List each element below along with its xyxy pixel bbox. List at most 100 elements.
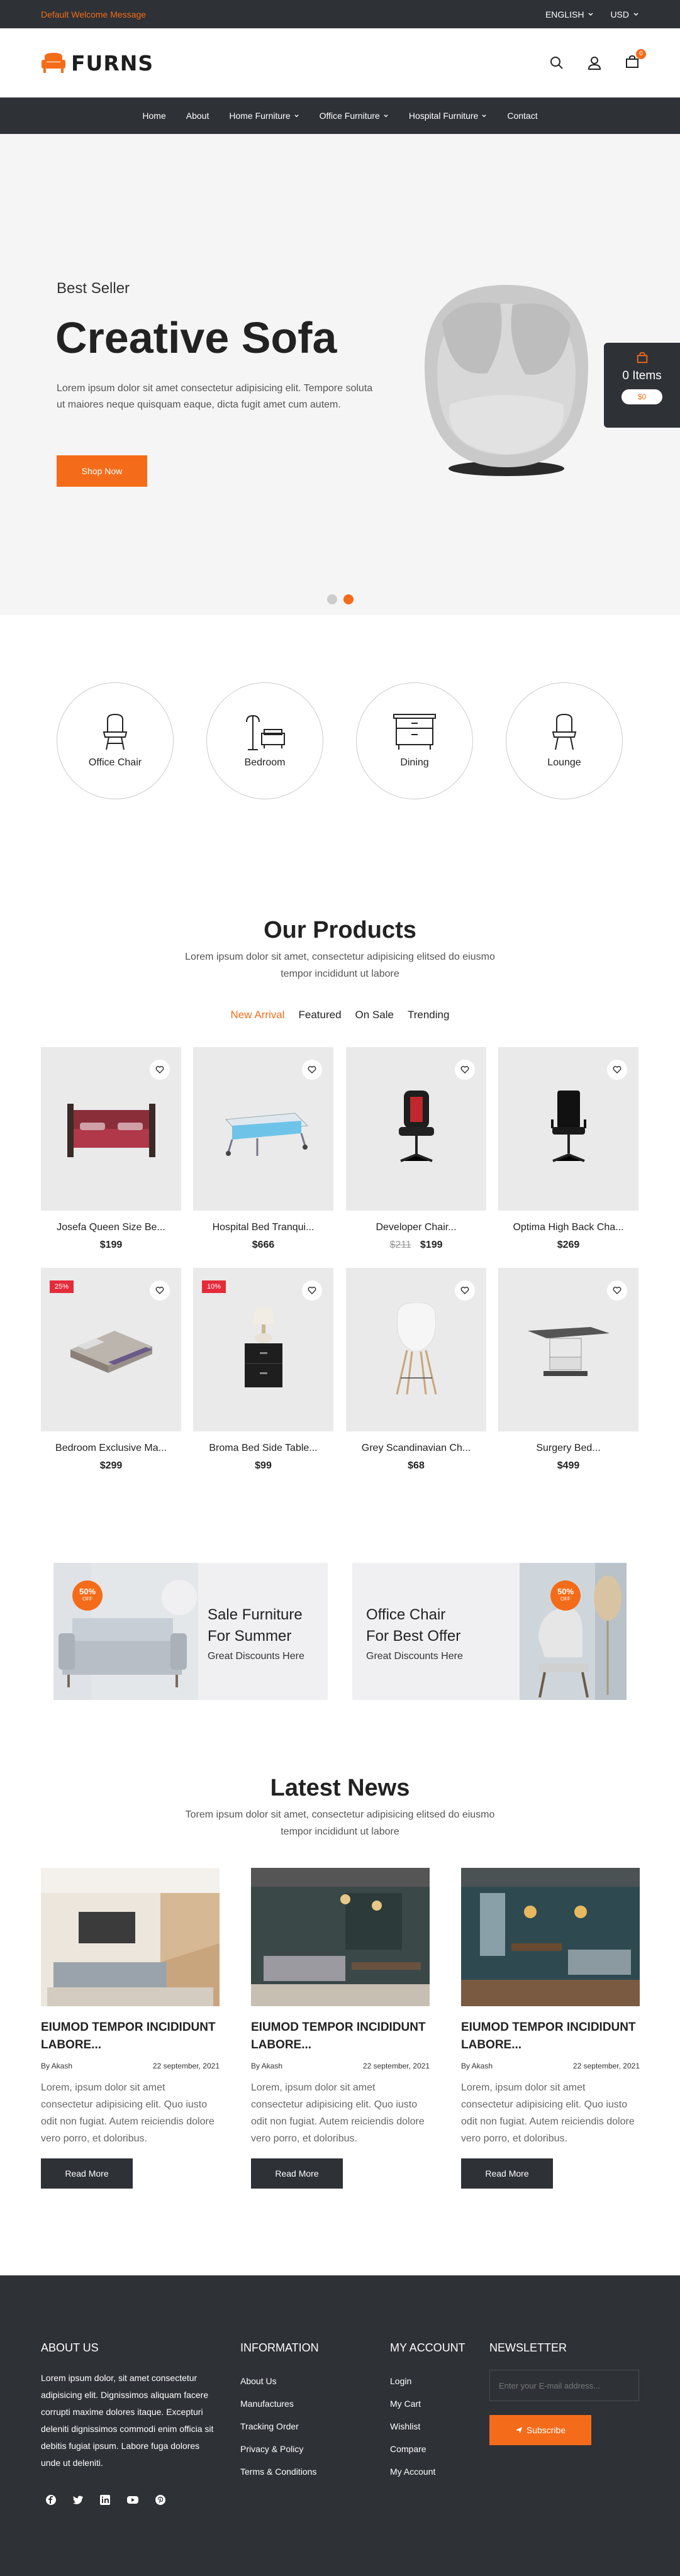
product-new-price: $199 [420, 1240, 443, 1250]
product-image[interactable] [346, 1047, 486, 1211]
banner-title-line: Office Chair [366, 1606, 446, 1623]
banner-office-chair[interactable]: 50% OFF Office Chair For Best Offer Great … [352, 1563, 627, 1700]
nav-about[interactable]: About [186, 111, 209, 121]
product-name[interactable]: Surgery Bed... [498, 1443, 638, 1454]
heart-icon[interactable] [302, 1060, 322, 1080]
product-name[interactable]: Optima High Back Cha... [498, 1222, 638, 1233]
chevron-down-icon [384, 114, 388, 117]
nav-contact[interactable]: Contact [507, 111, 537, 121]
newsletter-email-input[interactable]: Enter your E-mail address... [489, 2370, 639, 2401]
product-image[interactable] [346, 1268, 486, 1431]
heart-icon[interactable] [607, 1280, 627, 1301]
logo[interactable]: FURNS [41, 51, 153, 75]
footer-link-my-account[interactable]: My Account [390, 2467, 435, 2477]
news-date: 22 september, 2021 [362, 2062, 430, 2070]
heart-icon[interactable] [607, 1060, 627, 1080]
shop-now-button[interactable]: Shop Now [57, 455, 147, 487]
product-card[interactable]: 10% Broma Bed Side Table... $99 [193, 1268, 333, 1472]
heart-icon[interactable] [150, 1280, 170, 1301]
category-dining[interactable]: Dining [356, 682, 473, 799]
subscribe-button[interactable]: Subscribe [489, 2415, 591, 2445]
news-image[interactable] [461, 1868, 640, 2006]
pinterest-icon[interactable] [155, 2494, 166, 2506]
heart-icon[interactable] [455, 1280, 475, 1301]
floating-cart[interactable]: 0 Items $0 [604, 343, 680, 428]
footer-link-manufactures[interactable]: Manufactures [240, 2399, 294, 2409]
news-image[interactable] [41, 1868, 220, 2006]
lounge-chair-icon [552, 713, 577, 750]
category-bedroom[interactable]: Bedroom [206, 682, 323, 799]
product-card[interactable]: Optima High Back Cha... $269 [498, 1047, 638, 1251]
product-price: $666 [252, 1240, 275, 1250]
facebook-icon[interactable] [45, 2494, 57, 2506]
youtube-icon[interactable] [126, 2494, 139, 2506]
news-image[interactable] [251, 1868, 430, 2006]
category-label: Office Chair [88, 757, 142, 768]
read-more-button[interactable]: Read More [41, 2158, 133, 2189]
product-image[interactable] [193, 1047, 333, 1211]
product-tabs: New Arrival Featured On Sale Trending [0, 1009, 680, 1021]
product-image[interactable]: 25% [41, 1268, 181, 1431]
news-author: By Akash [251, 2062, 283, 2070]
heart-icon[interactable] [150, 1060, 170, 1080]
product-card[interactable]: 25% Bedroom Exclusive Ma... $299 [41, 1268, 181, 1472]
nav-office-furniture[interactable]: Office Furniture [320, 111, 389, 121]
tab-trending[interactable]: Trending [408, 1009, 449, 1021]
footer-link-login[interactable]: Login [390, 2376, 411, 2386]
nav-hospital-furniture[interactable]: Hospital Furniture [409, 111, 488, 121]
tab-on-sale[interactable]: On Sale [355, 1009, 394, 1021]
tab-new-arrival[interactable]: New Arrival [231, 1009, 285, 1021]
nav-home[interactable]: Home [142, 111, 165, 121]
product-name[interactable]: Grey Scandinavian Ch... [346, 1443, 486, 1454]
product-card[interactable]: Hospital Bed Tranqui... $666 [193, 1047, 333, 1251]
product-price: $299 [99, 1460, 123, 1471]
footer-link-privacy[interactable]: Privacy & Policy [240, 2444, 303, 2454]
product-image[interactable] [498, 1268, 638, 1431]
news-headline[interactable]: EIUMOD TEMPOR INCIDIDUNT LABORE... [41, 2019, 220, 2054]
category-lounge[interactable]: Lounge [506, 682, 623, 799]
user-icon[interactable] [588, 56, 601, 70]
hero-slider: Best Seller Creative Sofa Lorem ipsum do… [0, 134, 680, 615]
footer-link-about-us[interactable]: About Us [240, 2376, 277, 2386]
cart-button[interactable]: 0 [625, 48, 646, 72]
product-card[interactable]: Developer Chair... $211 $199 [346, 1047, 486, 1251]
footer-link-terms[interactable]: Terms & Conditions [240, 2467, 316, 2477]
tab-featured[interactable]: Featured [299, 1009, 342, 1021]
twitter-icon[interactable] [72, 2494, 84, 2506]
footer-link-wishlist[interactable]: Wishlist [390, 2421, 420, 2431]
read-more-button[interactable]: Read More [251, 2158, 343, 2189]
footer-link-compare[interactable]: Compare [390, 2444, 426, 2454]
product-card[interactable]: Surgery Bed... $499 [498, 1268, 638, 1472]
product-name[interactable]: Bedroom Exclusive Ma... [41, 1443, 181, 1454]
product-image[interactable] [41, 1047, 181, 1211]
product-name[interactable]: Developer Chair... [346, 1222, 486, 1233]
product-name[interactable]: Hospital Bed Tranqui... [193, 1222, 333, 1233]
shopping-bag-icon [637, 352, 647, 364]
product-card[interactable]: Grey Scandinavian Ch... $68 [346, 1268, 486, 1472]
product-name[interactable]: Broma Bed Side Table... [193, 1443, 333, 1454]
product-image[interactable] [498, 1047, 638, 1211]
product-card[interactable]: Josefa Queen Size Be... $199 [41, 1047, 181, 1251]
slider-dot-active[interactable] [343, 594, 354, 604]
banner-summer-sale[interactable]: 50% OFF Sale Furniture For Summer Great Di… [53, 1563, 328, 1700]
hero-title: Creative Sofa [55, 313, 337, 362]
search-icon[interactable] [550, 56, 564, 70]
category-office-chair[interactable]: Office Chair [57, 682, 174, 799]
nav-label: Office Furniture [319, 111, 380, 121]
heart-icon[interactable] [302, 1280, 322, 1301]
currency-selector[interactable]: USD [610, 9, 639, 19]
heart-icon[interactable] [455, 1060, 475, 1080]
product-name[interactable]: Josefa Queen Size Be... [41, 1222, 181, 1233]
linkedin-icon[interactable] [99, 2494, 111, 2506]
language-selector[interactable]: ENGLISH [545, 9, 594, 19]
footer-about-title: ABOUT US [41, 2341, 99, 2354]
slider-dot[interactable] [327, 594, 337, 604]
footer-link-tracking-order[interactable]: Tracking Order [240, 2421, 299, 2431]
nav-home-furniture[interactable]: Home Furniture [229, 111, 299, 121]
footer-link-my-cart[interactable]: My Cart [390, 2399, 421, 2409]
news-headline[interactable]: EIUMOD TEMPOR INCIDIDUNT LABORE... [251, 2019, 430, 2054]
read-more-button[interactable]: Read More [461, 2158, 553, 2189]
cart-count-badge: 0 [636, 48, 646, 59]
news-headline[interactable]: EIUMOD TEMPOR INCIDIDUNT LABORE... [461, 2019, 640, 2054]
product-image[interactable]: 10% [193, 1268, 333, 1431]
